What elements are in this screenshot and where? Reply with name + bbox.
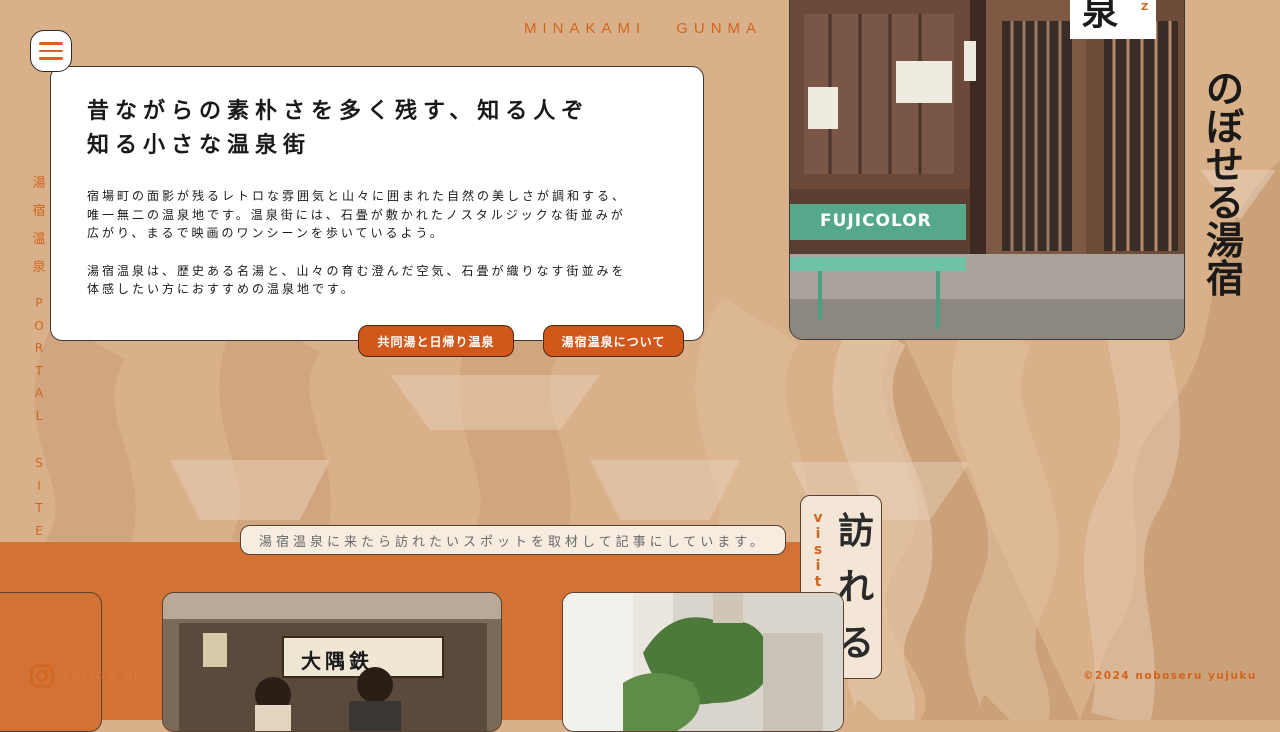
about-yujuku-button[interactable]: 湯宿温泉について — [543, 325, 684, 357]
intro-title: 昔ながらの素朴さを多く残す、知る人ぞ 知る小さな温泉街 — [87, 99, 590, 158]
hamburger-icon — [39, 42, 63, 45]
location-label: MINAKAMI GUNMA — [524, 20, 763, 37]
visit-en-label: v i s i t — [813, 510, 823, 590]
copyright: ©2024 noboseru yujuku — [1083, 670, 1257, 682]
menu-button[interactable] — [30, 30, 72, 72]
site-logo[interactable]: の ぼ せ る 湯 宿 — [1200, 70, 1250, 298]
shop-sign-char: 泉 — [1082, 0, 1119, 33]
hero-photo: FUJICOLOR 泉 Z — [789, 0, 1185, 340]
instagram-icon — [30, 664, 54, 688]
spot-card-street[interactable] — [562, 592, 844, 732]
shop-sign: 大隅鉄 — [301, 649, 373, 673]
shop-sign-letter: Z — [1141, 2, 1149, 13]
fujicolor-sign: FUJICOLOR — [820, 211, 932, 231]
side-label: 湯 宿 温 泉 P O R T A L S I T E — [32, 176, 46, 538]
follow-link[interactable]: FOLLOW ME! — [30, 664, 148, 688]
follow-label: FOLLOW ME! — [64, 670, 149, 682]
visit-caption: 湯宿温泉に来たら訪れたいスポットを取材して記事にしています。 — [240, 525, 786, 555]
public-baths-button[interactable]: 共同湯と日帰り温泉 — [358, 325, 514, 357]
intro-paragraph-1: 宿場町の面影が残るレトロな雰囲気と山々に囲まれた自然の美しさが調和する、 唯一無… — [87, 189, 628, 240]
spot-card-shop[interactable]: 大隅鉄 — [162, 592, 502, 732]
intro-paragraph-2: 湯宿温泉は、歴史ある名湯と、山々の育む澄んだ空気、石畳が織りなす街並みを 体感し… — [87, 263, 627, 297]
intro-card: 昔ながらの素朴さを多く残す、知る人ぞ 知る小さな温泉街 宿場町の面影が残るレトロ… — [50, 66, 704, 341]
spot-card-prev[interactable] — [0, 592, 102, 732]
